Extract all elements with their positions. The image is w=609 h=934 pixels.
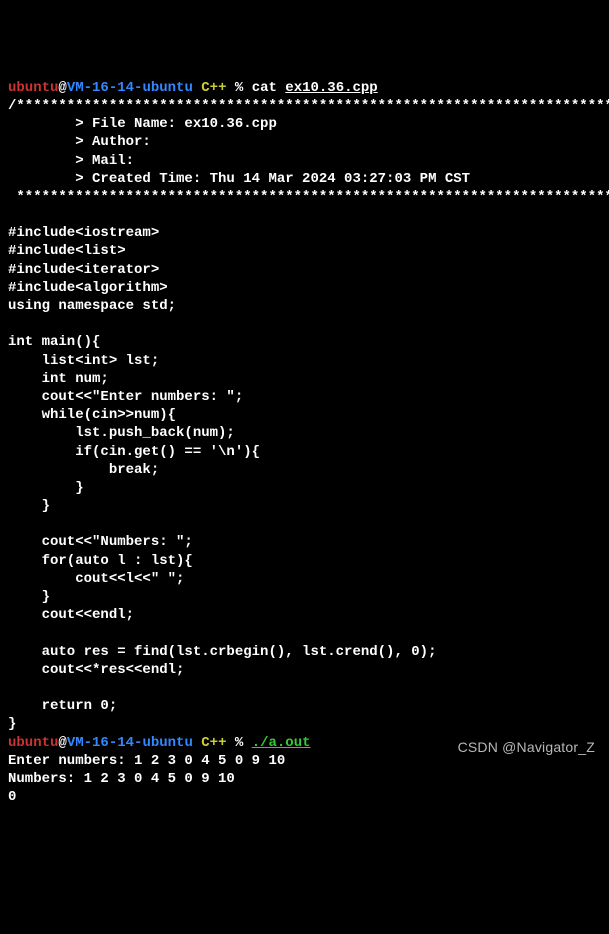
- decl-list: list<int> lst;: [8, 353, 159, 369]
- prompt-symbol: %: [235, 80, 252, 96]
- output-enter-numbers: Enter numbers: 1 2 3 0 4 5 0 9 10: [8, 753, 285, 769]
- comment-border-top: /***************************************…: [8, 98, 609, 114]
- include-iterator: #include<iterator>: [8, 262, 159, 278]
- output-numbers: Numbers: 1 2 3 0 4 5 0 9 10: [8, 771, 235, 787]
- decl-num: int num;: [8, 371, 109, 387]
- include-algorithm: #include<algorithm>: [8, 280, 168, 296]
- prompt-line-1: ubuntu@VM-16-14-ubuntu C++ % cat ex10.36…: [8, 80, 378, 96]
- close-brace-if: }: [8, 480, 84, 496]
- prompt-dir: C++: [193, 735, 235, 751]
- header-mail: > Mail:: [8, 153, 142, 169]
- find-call: auto res = find(lst.crbegin(), lst.crend…: [8, 644, 436, 660]
- terminal-content[interactable]: ubuntu@VM-16-14-ubuntu C++ % cat ex10.36…: [8, 79, 601, 807]
- prompt-at: @: [58, 735, 66, 751]
- if-cin-get: if(cin.get() == '\n'){: [8, 444, 260, 460]
- prompt-line-2: ubuntu@VM-16-14-ubuntu C++ % ./a.out: [8, 735, 311, 751]
- push-back: lst.push_back(num);: [8, 425, 235, 441]
- prompt-user: ubuntu: [8, 735, 58, 751]
- prompt-host: VM-16-14-ubuntu: [67, 80, 193, 96]
- include-list: #include<list>: [8, 243, 126, 259]
- watermark-text: CSDN @Navigator_Z: [458, 738, 595, 756]
- print-deref: cout<<*res<<endl;: [8, 662, 184, 678]
- prompt-dir: C++: [193, 80, 235, 96]
- cmd-arg-filename: ex10.36.cpp: [285, 80, 377, 96]
- close-brace-for: }: [8, 589, 50, 605]
- close-brace-while: }: [8, 498, 50, 514]
- cmd-run-aout: ./a.out: [252, 735, 311, 751]
- prompt-host: VM-16-14-ubuntu: [67, 735, 193, 751]
- main-signature: int main(){: [8, 334, 100, 350]
- using-namespace: using namespace std;: [8, 298, 176, 314]
- comment-border-bottom: ****************************************…: [8, 189, 609, 205]
- for-loop: for(auto l : lst){: [8, 553, 193, 569]
- header-author: > Author:: [8, 134, 159, 150]
- while-loop: while(cin>>num){: [8, 407, 176, 423]
- prompt-at: @: [58, 80, 66, 96]
- return-stmt: return 0;: [8, 698, 117, 714]
- prompt-numbers: cout<<"Numbers: ";: [8, 534, 193, 550]
- cmd-cat: cat: [252, 80, 286, 96]
- header-filename: > File Name: ex10.36.cpp: [8, 116, 277, 132]
- break-stmt: break;: [8, 462, 159, 478]
- prompt-symbol: %: [235, 735, 252, 751]
- include-iostream: #include<iostream>: [8, 225, 159, 241]
- header-created-time: > Created Time: Thu 14 Mar 2024 03:27:03…: [8, 171, 470, 187]
- prompt-enter-numbers: cout<<"Enter numbers: ";: [8, 389, 243, 405]
- prompt-user: ubuntu: [8, 80, 58, 96]
- output-result: 0: [8, 789, 16, 805]
- close-brace-main: }: [8, 716, 16, 732]
- print-element: cout<<l<<" ";: [8, 571, 184, 587]
- cout-endl: cout<<endl;: [8, 607, 134, 623]
